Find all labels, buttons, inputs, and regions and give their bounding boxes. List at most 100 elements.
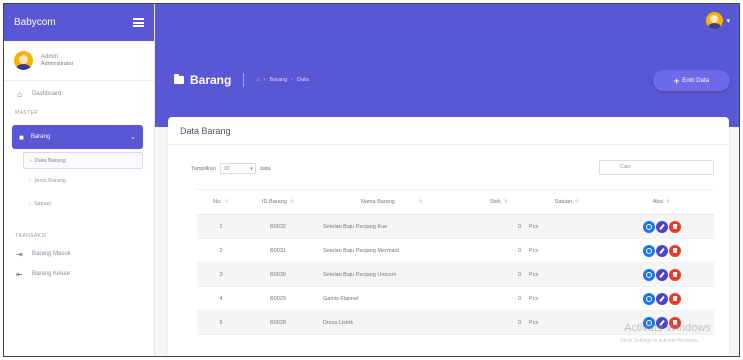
cell-nama: Setelan Baju Panjang Unicorn: [311, 262, 473, 287]
cell-stok: 0: [473, 238, 525, 263]
table-row: 1 B0032 Setelan Baju Panjang Kue 0 Pcs: [197, 214, 714, 239]
detail-button[interactable]: [642, 292, 655, 305]
data-label: data: [259, 165, 271, 172]
breadcrumb-separator-icon: ›: [263, 77, 266, 83]
sidebar: Babycom Admin Administrator ⌂ Dashboard …: [4, 4, 155, 356]
cell-satuan: Pcs: [525, 238, 609, 263]
sidebar-item-label: Barang Masuk: [32, 251, 71, 257]
search-input[interactable]: Cari:: [599, 160, 714, 175]
edit-button[interactable]: [655, 220, 668, 233]
sort-icon: ⇅: [289, 199, 294, 205]
delete-button[interactable]: [668, 244, 681, 257]
delete-button[interactable]: [668, 268, 681, 281]
col-no[interactable]: No. ⇅: [197, 189, 245, 215]
breadcrumb-item-barang[interactable]: Barang: [270, 77, 288, 83]
col-satuan[interactable]: Satuan ⇅: [525, 189, 609, 215]
user-name: Admin: [41, 54, 59, 61]
cell-satuan: Pcs: [525, 286, 609, 311]
col-id-barang[interactable]: ID Barang ⇅: [245, 189, 311, 215]
edit-button[interactable]: [655, 244, 668, 257]
delete-button[interactable]: [668, 220, 681, 233]
section-transaksi: TRANSAKSI: [15, 232, 47, 239]
length-control: Tampilkan 10 ▾ data: [191, 163, 270, 174]
delete-button[interactable]: [668, 292, 681, 305]
col-nama-barang[interactable]: Nama Barang ⇅: [311, 189, 473, 215]
caret-down-icon: ▾: [726, 17, 730, 25]
sidebar-item-dashboard[interactable]: ⌂ Dashboard: [4, 84, 154, 104]
page-title: Barang: [190, 73, 232, 87]
sort-icon: ⇅: [224, 199, 229, 205]
sidebar-item-barang-masuk[interactable]: ⇥ Barang Masuk: [4, 244, 154, 264]
sort-icon: ⇅: [666, 199, 671, 205]
sort-icon: ⇅: [503, 199, 509, 205]
cell-satuan: Pcs: [525, 214, 609, 239]
app-window: Babycom Admin Administrator ⌂ Dashboard …: [3, 3, 740, 357]
folder-icon: [174, 74, 184, 84]
cell-stok: 0: [473, 214, 525, 239]
brand-bar: Babycom: [4, 4, 154, 41]
user-menu[interactable]: ▾: [706, 12, 730, 29]
trash-icon: [672, 224, 677, 229]
sidebar-subitem-jenis-barang[interactable]: › Jenis Barang: [4, 169, 154, 192]
trash-icon: [672, 248, 677, 253]
show-label: Tampilkan: [191, 165, 216, 172]
cell-aksi: [609, 238, 714, 263]
cell-id: B0031: [245, 238, 311, 263]
col-aksi[interactable]: Aksi ⇅: [609, 189, 714, 215]
table-header-row: No. ⇅ ID Barang ⇅ Nama Barang ⇅ Stok ⇅ Satua…: [197, 189, 714, 215]
cell-no: 1: [197, 214, 245, 239]
pencil-icon: [658, 295, 665, 302]
breadcrumb-separator-icon: ›: [291, 77, 294, 83]
sidebar-subitem-data-barang[interactable]: › Data Barang: [23, 152, 143, 169]
cell-aksi: [609, 286, 714, 311]
cell-id: B0028: [245, 310, 311, 335]
activation-watermark-sub: Go to Settings to activate Windows.: [620, 338, 699, 344]
data-card: Data Barang Tampilkan 10 ▾ data Cari: No…: [168, 117, 729, 356]
user-panel: Admin Administrator: [4, 41, 154, 81]
cell-id: B0032: [245, 214, 311, 239]
sidebar-item-label: Dashboard: [32, 91, 62, 97]
arrow-in-icon: ⇥: [16, 249, 23, 259]
col-stok[interactable]: Stok ⇅: [473, 189, 525, 215]
table-row: 3 B0030 Setelan Baju Panjang Unicorn 0 P…: [197, 262, 714, 287]
home-icon: ⌂: [17, 89, 22, 99]
trash-icon: [672, 296, 677, 301]
detail-button[interactable]: [642, 268, 655, 281]
edit-button[interactable]: [655, 292, 668, 305]
add-data-button[interactable]: + Entri Data: [653, 70, 730, 91]
card-title: Data Barang: [168, 117, 729, 145]
detail-button[interactable]: [642, 244, 655, 257]
brand-logo[interactable]: Babycom: [14, 17, 56, 28]
edit-button[interactable]: [655, 268, 668, 281]
sidebar-item-barang[interactable]: ■ Barang ⌄: [12, 125, 143, 149]
detail-icon: [645, 295, 652, 302]
sidebar-item-barang-keluar[interactable]: ⇤ Barang Keluar: [4, 264, 154, 284]
page-header: Barang ⌂ › Barang › Data + Entri Data: [155, 41, 739, 127]
page-length-select[interactable]: 10 ▾: [219, 163, 256, 174]
cell-nama: Setelan Baju Panjang Kue: [311, 214, 473, 239]
cell-aksi: [609, 214, 714, 239]
table-row: 2 B0031 Setelan Baju Panjang Mermaid 0 P…: [197, 238, 714, 263]
sidebar-subitem-satuan[interactable]: › Satuan: [4, 192, 154, 215]
detail-icon: [645, 271, 652, 278]
cell-stok: 0: [473, 262, 525, 287]
subitem-bullet-icon: ›: [30, 157, 32, 164]
sort-icon: ⇅: [575, 199, 580, 205]
chevron-down-icon: ⌄: [130, 134, 136, 141]
pencil-icon: [658, 247, 665, 254]
section-master: MASTER: [15, 109, 39, 116]
data-table: No. ⇅ ID Barang ⇅ Nama Barang ⇅ Stok ⇅ Satua…: [197, 189, 714, 335]
cell-nama: Dress Listrik: [311, 310, 473, 335]
subitem-bullet-icon: ›: [29, 177, 31, 184]
breadcrumb-item-data: Data: [297, 77, 309, 83]
menu-toggle-icon[interactable]: [133, 18, 144, 27]
avatar: [14, 51, 33, 70]
cell-no: 4: [197, 286, 245, 311]
cell-satuan: Pcs: [525, 310, 609, 335]
cell-stok: 0: [473, 310, 525, 335]
subitem-bullet-icon: ›: [29, 200, 31, 207]
detail-button[interactable]: [642, 220, 655, 233]
home-icon[interactable]: ⌂: [256, 77, 259, 83]
cell-no: 3: [197, 262, 245, 287]
sidebar-item-label: Barang Keluar: [32, 271, 71, 277]
